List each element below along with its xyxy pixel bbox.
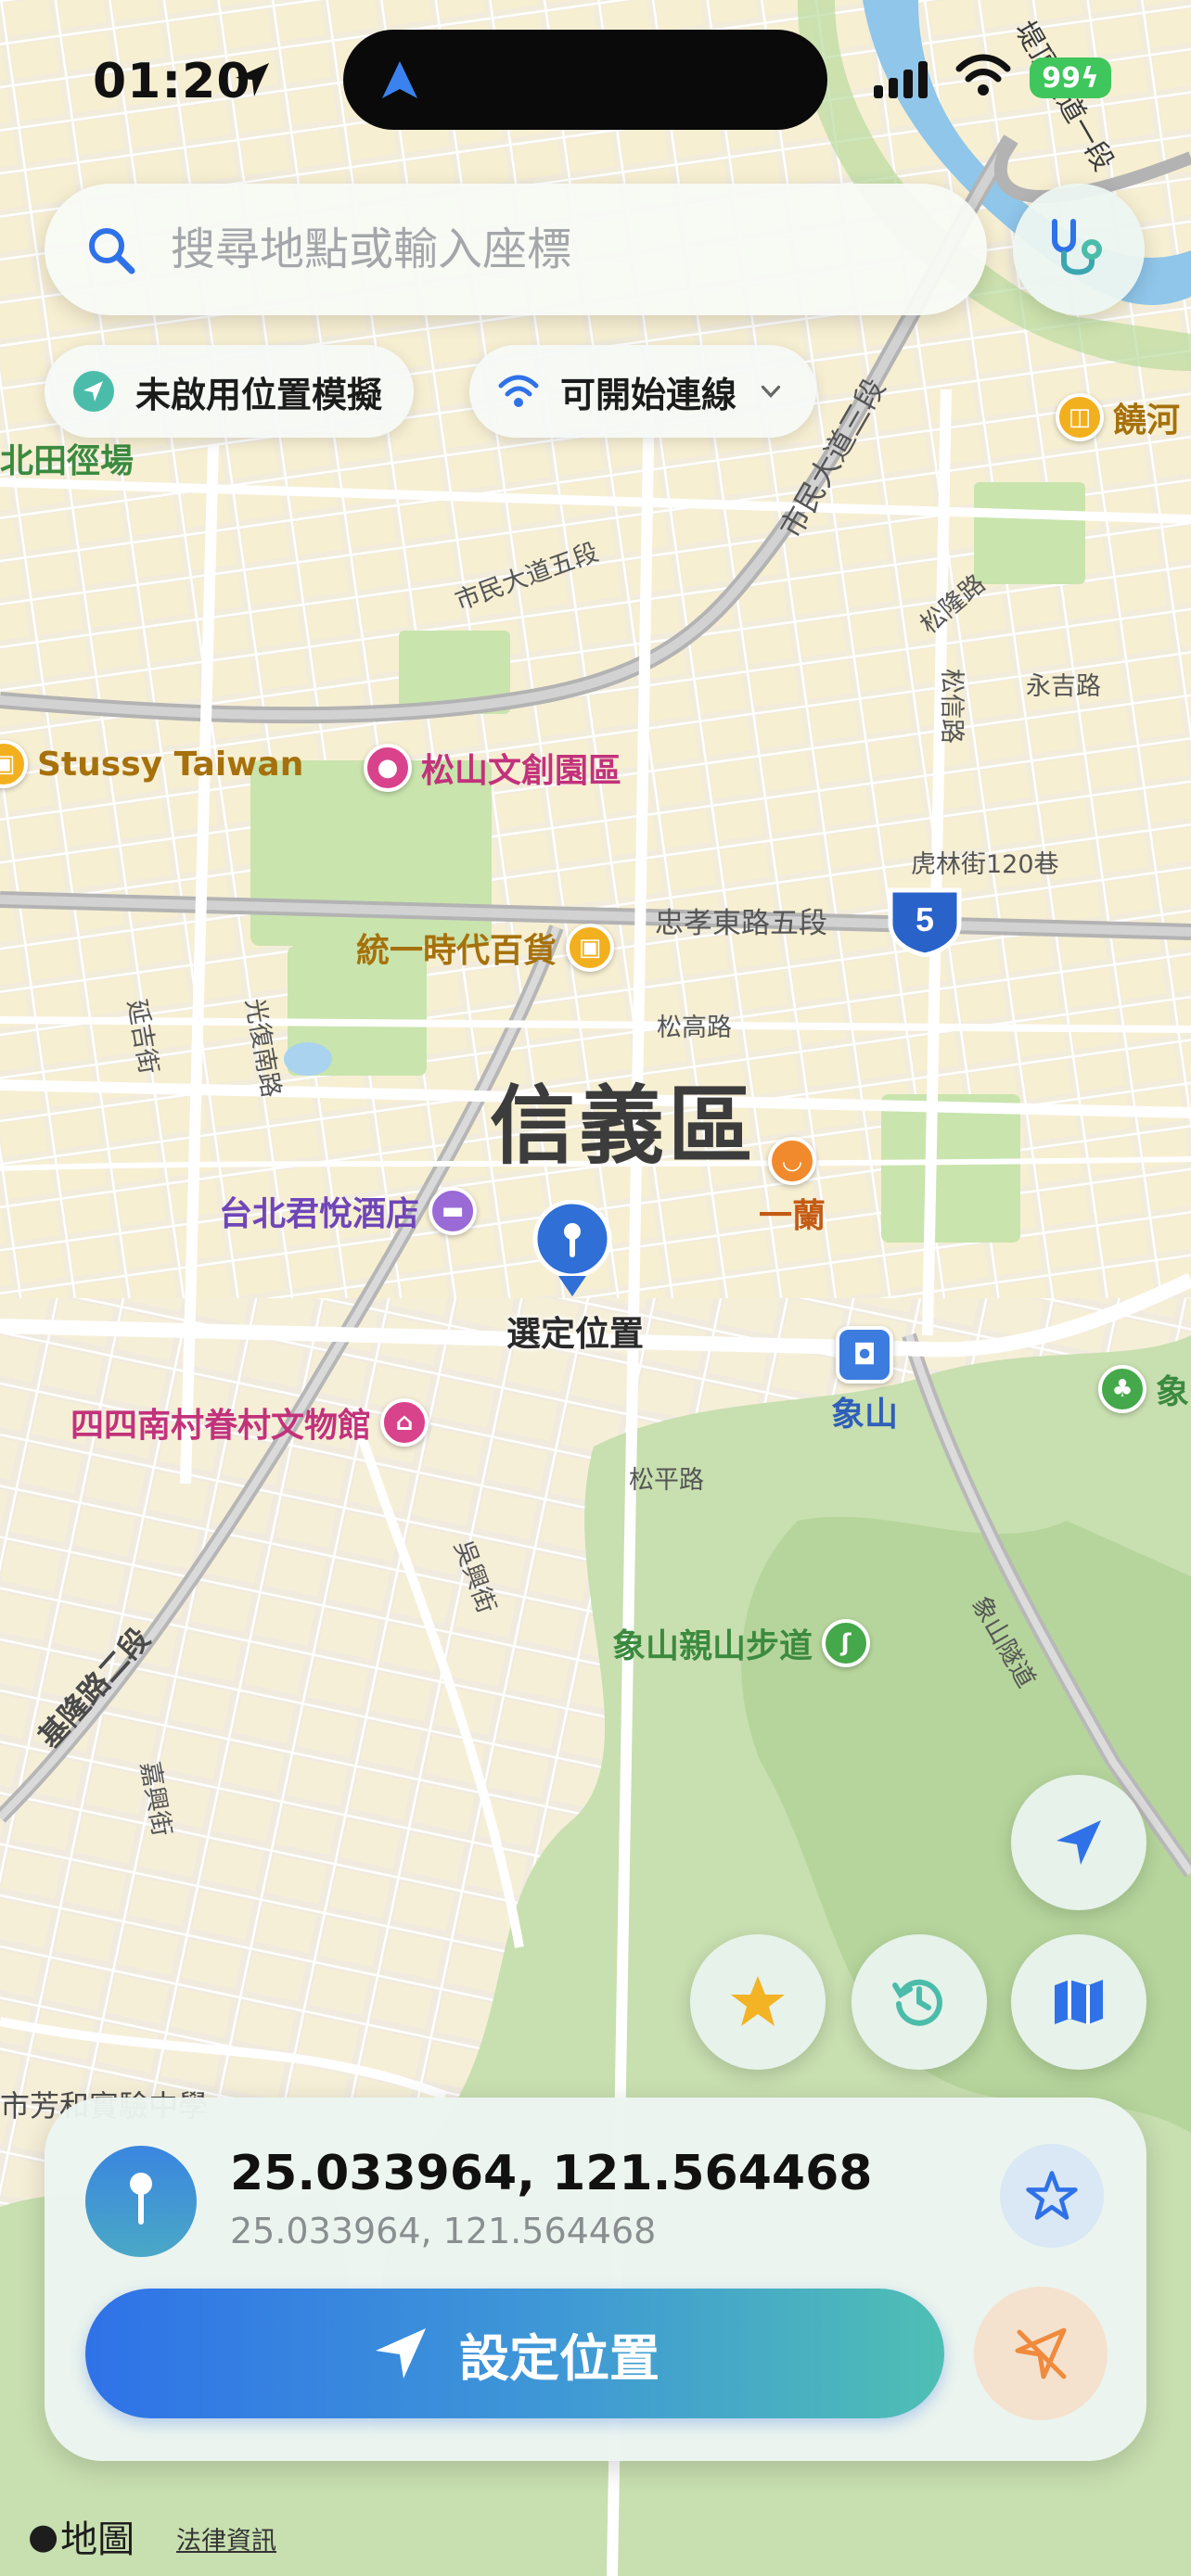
cellular-signal-icon xyxy=(874,59,928,98)
status-time: 01:20 xyxy=(93,54,251,109)
chevron-down-icon xyxy=(761,385,781,398)
star-outline-icon xyxy=(1026,2171,1078,2220)
metro-icon: ◘ xyxy=(836,1326,893,1384)
poi-xiangshan-trail[interactable]: 象山親山步道 ʃ xyxy=(612,1619,871,1667)
map-type-button[interactable] xyxy=(1011,1934,1146,2070)
search-icon xyxy=(89,228,135,274)
coordinate-title: 25.033964, 121.564468 xyxy=(230,2146,873,2201)
food-icon: ◫ xyxy=(1056,393,1104,441)
add-favorite-button[interactable] xyxy=(1000,2144,1104,2248)
wifi-icon xyxy=(498,375,539,407)
route-shield-icon: 5 xyxy=(888,887,962,957)
legal-link[interactable]: 法律資訊 xyxy=(176,2520,276,2557)
street-label: 忠孝東路五段 xyxy=(655,907,827,940)
location-arrow-icon xyxy=(376,2328,426,2378)
history-button[interactable] xyxy=(852,1934,987,2070)
poi-uni-dept[interactable]: 統一時代百貨 ▣ xyxy=(356,924,615,972)
navigation-arrow-icon xyxy=(1057,1820,1101,1865)
street-label: 松信路 xyxy=(937,669,966,744)
history-icon xyxy=(892,1979,942,2026)
location-services-icon xyxy=(236,63,269,96)
poi-beitian[interactable]: 北田徑場 xyxy=(0,434,134,482)
poi-grand-hyatt[interactable]: 台北君悅酒店 ▬ xyxy=(219,1187,478,1235)
stop-simulation-button[interactable] xyxy=(974,2287,1108,2420)
location-arrow-icon xyxy=(73,371,114,412)
set-location-button[interactable]: 設定位置 xyxy=(85,2289,944,2418)
svg-text:5: 5 xyxy=(916,900,934,938)
poi-songshan-park[interactable]: ● 松山文創園區 xyxy=(364,744,621,792)
hotel-bed-icon: ▬ xyxy=(429,1187,478,1235)
current-location-button[interactable] xyxy=(1011,1775,1146,1910)
search-input[interactable] xyxy=(171,221,931,278)
landmark-icon: ● xyxy=(364,744,412,792)
stethoscope-icon xyxy=(1052,219,1102,275)
search-bar[interactable] xyxy=(45,184,987,315)
location-slash-icon xyxy=(1015,2327,1067,2379)
charging-bolt-icon: ϟ xyxy=(1080,61,1099,95)
hiking-icon: ʃ xyxy=(822,1619,871,1667)
poi-stussy[interactable]: ▣ Stussy Taiwan xyxy=(0,740,303,788)
poi-ichiran[interactable]: ◡ 一蘭 xyxy=(759,1137,826,1237)
maps-attribution: ● 地圖 xyxy=(28,2516,135,2561)
map-icon xyxy=(1055,1980,1103,2024)
selected-location-label: 選定位置 xyxy=(506,1314,644,1354)
street-label: 松高路 xyxy=(657,1014,732,1042)
selected-location-pin-icon[interactable] xyxy=(531,1200,614,1302)
street-label: 松平路 xyxy=(629,1466,704,1495)
district-label: 信義區 xyxy=(490,1077,758,1176)
poi-xiang-edge[interactable]: ♣ 象 xyxy=(1098,1365,1189,1413)
favorites-button[interactable] xyxy=(690,1934,826,2070)
wifi-icon xyxy=(955,54,1011,96)
diagnostics-button[interactable] xyxy=(1013,184,1145,315)
battery-indicator: 99 ϟ xyxy=(1030,57,1111,98)
street-label: 永吉路 xyxy=(1026,672,1101,701)
connection-chip[interactable]: 可開始連線 xyxy=(469,345,817,438)
shopping-bag-icon: ▣ xyxy=(566,924,615,972)
pin-icon xyxy=(85,2146,197,2257)
coordinate-subtitle: 25.033964, 121.564468 xyxy=(230,2211,657,2251)
shopping-bag-icon: ▣ xyxy=(0,740,28,788)
museum-icon: ⌂ xyxy=(380,1398,429,1447)
poi-raohe[interactable]: ◫ 饒河 xyxy=(1056,393,1180,441)
ramen-bowl-icon: ◡ xyxy=(768,1137,816,1185)
poi-xiangshan-station[interactable]: ◘ 象山 xyxy=(831,1326,898,1435)
location-simulation-chip[interactable]: 未啟用位置模擬 xyxy=(45,345,415,438)
park-icon: ♣ xyxy=(1098,1365,1146,1413)
navigation-arrow-icon xyxy=(382,61,417,98)
apple-logo-icon: ● xyxy=(28,2516,59,2557)
star-icon xyxy=(731,1976,785,2026)
location-card: 25.033964, 121.564468 25.033964, 121.564… xyxy=(45,2098,1146,2461)
street-label: 虎林街120巷 xyxy=(911,850,1059,879)
dynamic-island xyxy=(343,30,827,130)
poi-sisinan[interactable]: 四四南村眷村文物館 ⌂ xyxy=(70,1398,429,1447)
